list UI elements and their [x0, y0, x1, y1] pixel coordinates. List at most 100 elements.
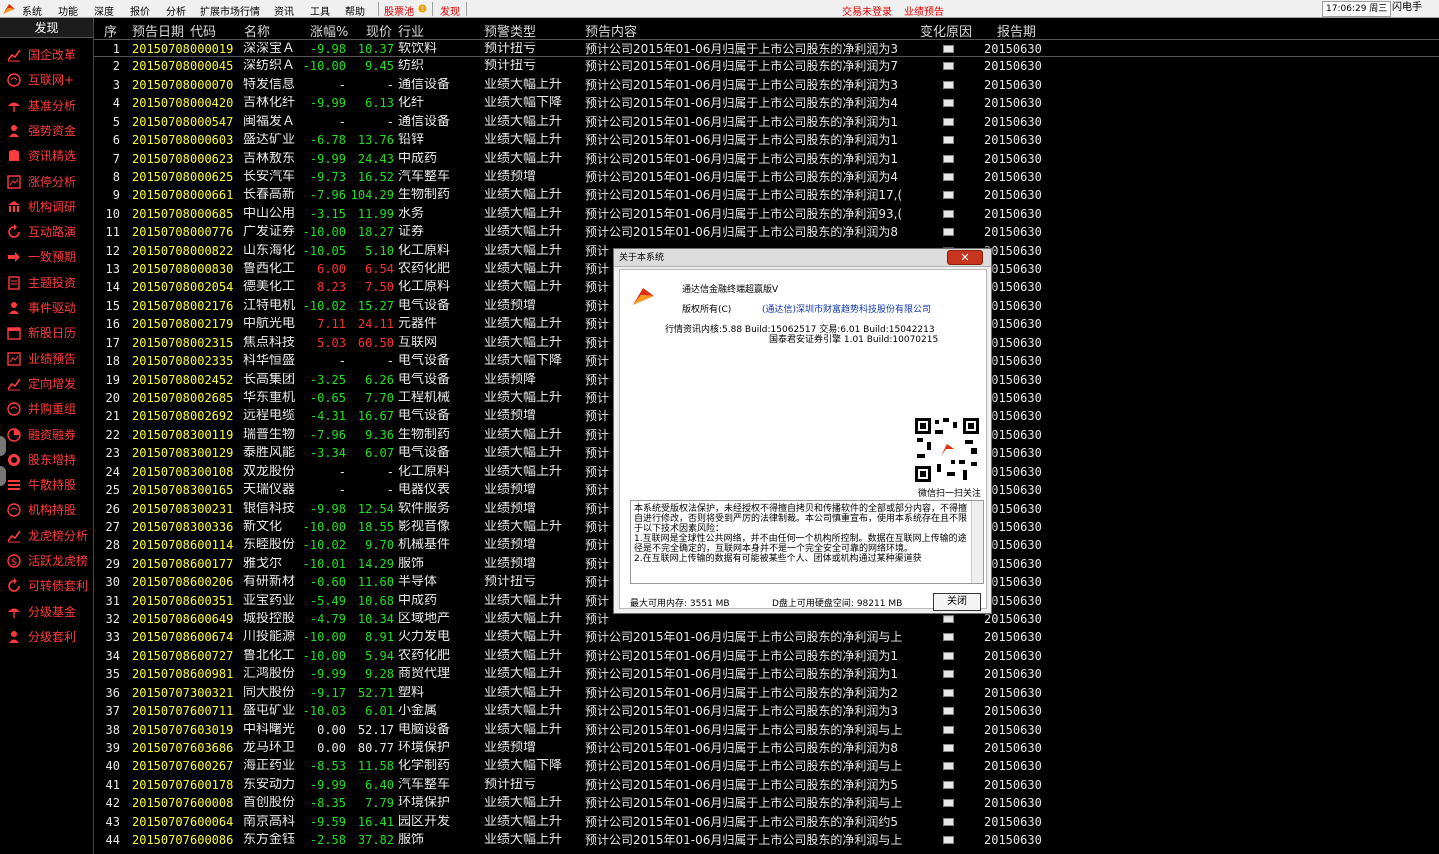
sidebar-item[interactable]: 牛散持股 — [4, 474, 92, 496]
table-row[interactable]: 6 20150708 000603 盛达矿业 -6.78 13.76 铅锌 业绩大幅上升 预计公… — [94, 131, 1439, 149]
table-row[interactable]: 3 20150708 000070 特发信息 - - 通信设备 业绩大幅上升 预计公司2015年… — [94, 76, 1439, 94]
mail-icon[interactable] — [943, 191, 954, 200]
table-row[interactable]: 36 20150707 300321 同大股份 -9.17 52.71 塑料 业绩大幅上升 预计… — [94, 684, 1439, 702]
sidebar-item[interactable]: 分级套利 — [4, 626, 92, 648]
mail-icon[interactable] — [943, 799, 954, 808]
sidebar-item[interactable]: 一致预期 — [4, 246, 92, 268]
mail-icon[interactable] — [943, 707, 954, 716]
mail-icon[interactable] — [943, 817, 954, 826]
mail-icon[interactable] — [943, 670, 954, 679]
table-row[interactable]: 34 20150708 600727 鲁北化工 -10.00 5.94 农药化肥 业绩大幅上升… — [94, 647, 1439, 665]
header-price[interactable]: 现价 — [366, 21, 392, 40]
mail-icon[interactable] — [943, 780, 954, 789]
mail-icon[interactable] — [943, 836, 954, 845]
sidebar-item[interactable]: 基准分析 — [4, 95, 92, 117]
table-row[interactable]: 41 20150707 600178 东安动力 -9.99 6.40 汽车整车 预计扭亏 预计公… — [94, 776, 1439, 794]
dialog-close-button[interactable]: 关闭 — [933, 593, 981, 611]
menu-help[interactable]: 帮助 — [345, 3, 365, 18]
flash-trade-button[interactable]: 闪电手 — [1388, 1, 1426, 17]
stock-pool-button[interactable]: 股票池 — [384, 3, 414, 18]
header-content[interactable]: 预告内容 — [585, 21, 637, 40]
menu-system[interactable]: 系统 — [22, 3, 42, 18]
discover-button[interactable]: 发现 — [440, 3, 460, 18]
mail-icon[interactable] — [943, 725, 954, 734]
header-date[interactable]: 预告日期 — [132, 21, 184, 40]
menu-extended-market[interactable]: 扩展市场行情 — [200, 3, 260, 18]
sidebar-item[interactable]: 涨停分析 — [4, 171, 92, 193]
header-reason[interactable]: 变化原因 — [920, 21, 972, 40]
mail-icon[interactable] — [943, 80, 954, 89]
table-row[interactable]: 4 20150708 000420 吉林化纤 -9.99 6.13 化纤 业绩大幅下降 预计公司… — [94, 94, 1439, 112]
license-notice-textarea[interactable]: 本系统受版权法保护，未经授权不得擅自拷贝和传播软件的全部或部分内容，不得擅自进行… — [630, 500, 984, 584]
header-code[interactable]: 代码 — [190, 21, 216, 40]
header-period[interactable]: 报告期 — [997, 21, 1036, 40]
sidebar-item[interactable]: 新股日历 — [4, 322, 92, 344]
table-row[interactable]: 44 20150707 600086 东方金钰 -2.58 37.82 服饰 业绩大幅上升 预计… — [94, 831, 1439, 849]
table-row[interactable]: 33 20150708 600674 川投能源 -10.00 8.91 火力发电 业绩大幅上升… — [94, 628, 1439, 646]
table-row[interactable]: 9 20150708 000661 长春高新 -7.96 104.29 生物制药 业绩大幅上升… — [94, 186, 1439, 204]
sidebar-item[interactable]: 国企改革 — [4, 44, 92, 66]
table-row[interactable]: 11 20150708 000776 广发证券 -10.00 18.27 证券 业绩大幅上升 预… — [94, 223, 1439, 241]
menu-function[interactable]: 功能 — [58, 3, 78, 18]
sidebar-item[interactable]: 强势资金 — [4, 120, 92, 142]
company-link[interactable]: (通达信)深圳市财富趋势科技股份有限公司 — [762, 302, 931, 315]
mail-icon[interactable] — [943, 743, 954, 752]
mail-icon[interactable] — [943, 615, 954, 624]
sidebar-item[interactable]: 主题投资 — [4, 272, 92, 294]
sidebar-item[interactable]: 并购重组 — [4, 398, 92, 420]
table-row[interactable]: 38 20150707 603019 中科曙光 0.00 52.17 电脑设备 业绩大幅上升 预… — [94, 721, 1439, 739]
sidebar-item[interactable]: 定向增发 — [4, 373, 92, 395]
trade-login-link[interactable]: 交易未登录 — [842, 3, 892, 18]
sidebar-expand-handle[interactable] — [0, 466, 6, 486]
table-row[interactable]: 5 20150708 000547 闽福发Ａ - - 通信设备 业绩大幅上升 预计公司2015年… — [94, 113, 1439, 131]
mail-icon[interactable] — [943, 45, 954, 53]
table-row[interactable]: 7 20150708 000623 吉林敖东 -9.99 24.43 中成药 业绩大幅上升 预计… — [94, 150, 1439, 168]
mail-icon[interactable] — [943, 99, 954, 108]
sidebar-collapse-handle[interactable] — [0, 436, 6, 456]
dialog-close-x-button[interactable]: ✕ — [947, 250, 983, 265]
mail-icon[interactable] — [943, 62, 954, 71]
menu-depth[interactable]: 深度 — [94, 3, 114, 18]
forecast-link[interactable]: 业绩预告 — [904, 3, 944, 18]
mail-icon[interactable] — [943, 762, 954, 771]
menu-quote[interactable]: 报价 — [130, 3, 150, 18]
mail-icon[interactable] — [943, 633, 954, 642]
mail-icon[interactable] — [943, 117, 954, 126]
mail-icon[interactable] — [943, 154, 954, 163]
table-row[interactable]: 39 20150707 603686 龙马环卫 0.00 80.77 环境保护 业绩预增 预计公… — [94, 739, 1439, 757]
table-row[interactable]: 35 20150708 600981 汇鸿股份 -9.99 9.28 商贸代理 业绩大幅上升 预… — [94, 665, 1439, 683]
menu-analysis[interactable]: 分析 — [166, 3, 186, 18]
mail-icon[interactable] — [943, 136, 954, 145]
sidebar-item[interactable]: 融资融券 — [4, 424, 92, 446]
mail-icon[interactable] — [943, 651, 954, 660]
menu-tools[interactable]: 工具 — [310, 3, 330, 18]
sidebar-item[interactable]: 资讯精选 — [4, 145, 92, 167]
sidebar-item[interactable]: 机构调研 — [4, 196, 92, 218]
mail-icon[interactable] — [943, 228, 954, 237]
mail-icon[interactable] — [943, 172, 954, 181]
table-row[interactable]: 8 20150708 000625 长安汽车 -9.73 16.52 汽车整车 业绩预增 预计公… — [94, 168, 1439, 186]
header-type[interactable]: 预警类型 — [484, 21, 536, 40]
menu-news[interactable]: 资讯 — [274, 3, 294, 18]
table-row[interactable]: 43 20150707 600064 南京高科 -9.59 16.41 园区开发 业绩大幅上升… — [94, 813, 1439, 831]
sidebar-item[interactable]: 机构持股 — [4, 499, 92, 521]
header-change[interactable]: 涨幅% — [310, 21, 348, 40]
sidebar-item[interactable]: 业绩预告 — [4, 348, 92, 370]
sidebar-item[interactable]: 龙虎榜分析 — [4, 525, 92, 547]
header-seq[interactable]: 序 — [104, 21, 117, 40]
table-row[interactable]: 2 20150708 000045 深纺织Ａ -10.00 9.45 纺织 预计扭亏 预计公司2… — [94, 57, 1439, 75]
table-row[interactable]: 42 20150707 600008 首创股份 -8.35 7.79 环境保护 业绩大幅上升 预… — [94, 794, 1439, 812]
sidebar-item[interactable]: 分级基金 — [4, 601, 92, 623]
sidebar-item[interactable]: 可转债套利 — [4, 575, 92, 597]
mail-icon[interactable] — [943, 688, 954, 697]
sidebar-item[interactable]: 股东增持 — [4, 449, 92, 471]
mail-icon[interactable] — [943, 209, 954, 218]
table-row[interactable]: 40 20150707 600267 海正药业 -8.53 11.58 化学制药 业绩大幅下降… — [94, 757, 1439, 775]
table-row[interactable]: 10 20150708 000685 中山公用 -3.15 11.99 水务 业绩大幅上升 预计… — [94, 205, 1439, 223]
notice-scrollbar[interactable] — [971, 501, 983, 583]
sidebar-item[interactable]: 互联网+ — [4, 69, 92, 91]
header-industry[interactable]: 行业 — [398, 21, 424, 40]
sidebar-item[interactable]: 事件驱动 — [4, 297, 92, 319]
table-row[interactable]: 1 20150708 000019 深深宝Ａ -9.98 10.37 软饮料 预计扭亏 预计公司… — [94, 39, 1439, 58]
table-row[interactable]: 37 20150707 600711 盛屯矿业 -10.03 6.01 小金属 业绩大幅上升 预… — [94, 702, 1439, 720]
